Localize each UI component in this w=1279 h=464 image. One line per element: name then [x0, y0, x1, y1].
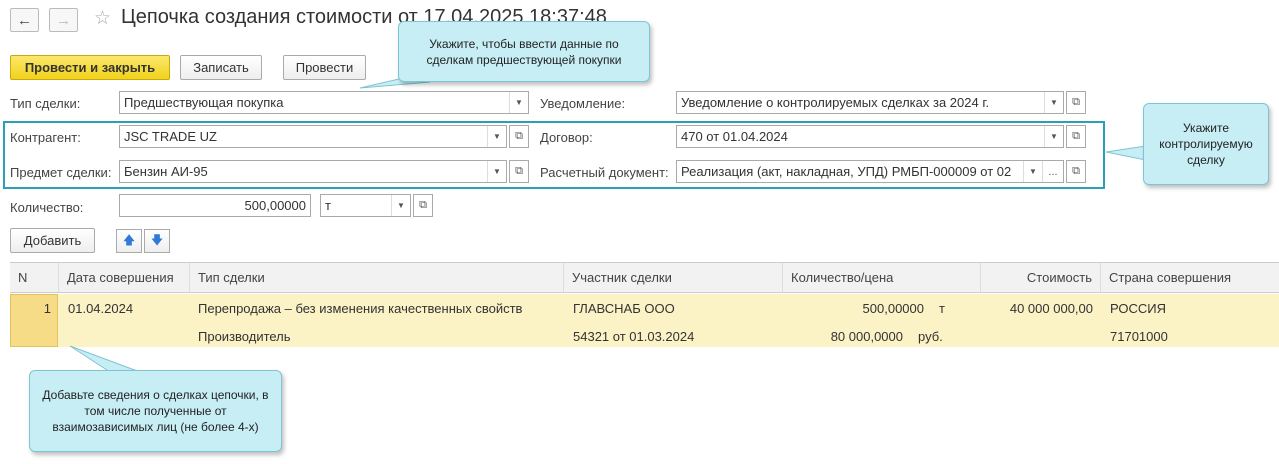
table-header: N Дата совершения Тип сделки Участник сд…: [10, 262, 1279, 293]
open-icon[interactable]: ⧉: [413, 194, 433, 217]
notification-label: Уведомление:: [540, 96, 626, 111]
subject-field[interactable]: Бензин АИ-95 ▼: [119, 160, 507, 183]
arrow-left-icon: ←: [17, 11, 32, 29]
notification-value: Уведомление о контролируемых сделках за …: [681, 95, 990, 110]
row-price: 80 000,0000: [830, 329, 903, 344]
callout-bottom: Добавьте сведения о сделках цепочки, в т…: [29, 370, 282, 452]
row-cost: 40 000 000,00: [1009, 301, 1093, 316]
row-number: 1: [43, 301, 51, 316]
dropdown-icon[interactable]: ▼: [1023, 161, 1042, 182]
row-participant-secondary: 54321 от 01.03.2024: [573, 329, 695, 344]
deal-type-label: Тип сделки:: [10, 96, 81, 111]
col-date[interactable]: Дата совершения: [58, 263, 189, 292]
subject-value: Бензин АИ-95: [124, 164, 208, 179]
contract-label: Договор:: [540, 130, 593, 145]
col-country[interactable]: Страна совершения: [1100, 263, 1279, 292]
col-type[interactable]: Тип сделки: [189, 263, 563, 292]
callout-top: Укажите, чтобы ввести данные по сделкам …: [398, 21, 650, 82]
dropdown-icon[interactable]: ▼: [391, 195, 410, 216]
counterparty-label: Контрагент:: [10, 130, 81, 145]
row-participant: ГЛАВСНАБ ООО: [573, 301, 675, 316]
col-qty-price[interactable]: Количество/цена: [782, 263, 980, 292]
callout-right: Укажите контролируемую сделку: [1143, 103, 1269, 185]
quantity-field[interactable]: 500,00000: [119, 194, 311, 217]
post-button[interactable]: Провести: [283, 55, 366, 80]
unit-value: т: [325, 198, 331, 213]
row-price-unit: руб.: [918, 329, 943, 344]
move-up-button[interactable]: 🡅: [116, 229, 142, 253]
open-icon[interactable]: ⧉: [509, 125, 529, 148]
open-icon[interactable]: ⧉: [509, 160, 529, 183]
forward-button[interactable]: →: [49, 8, 78, 32]
arrow-up-icon: 🡅: [122, 232, 136, 247]
notification-field[interactable]: Уведомление о контролируемых сделках за …: [676, 91, 1064, 114]
col-cost[interactable]: Стоимость: [980, 263, 1100, 292]
col-participant[interactable]: Участник сделки: [563, 263, 782, 292]
arrow-down-icon: 🡇: [150, 232, 164, 247]
counterparty-field[interactable]: JSC TRADE UZ ▼: [119, 125, 507, 148]
quantity-value: 500,00000: [244, 198, 306, 213]
col-n[interactable]: N: [10, 263, 58, 292]
row-country: РОССИЯ: [1110, 301, 1167, 316]
star-icon[interactable]: ☆: [94, 8, 111, 30]
subject-label: Предмет сделки:: [10, 165, 112, 180]
add-button[interactable]: Добавить: [10, 228, 95, 253]
settlement-doc-label: Расчетный документ:: [540, 165, 669, 180]
open-icon[interactable]: ⧉: [1066, 125, 1086, 148]
deal-type-value: Предшествующая покупка: [124, 95, 284, 110]
unit-field[interactable]: т ▼: [320, 194, 411, 217]
row-country-code: 71701000: [1110, 329, 1168, 344]
row-type-secondary: Производитель: [198, 329, 291, 344]
row-qty-unit: т: [939, 301, 945, 316]
back-button[interactable]: ←: [10, 8, 39, 32]
contract-field[interactable]: 470 от 01.04.2024 ▼: [676, 125, 1064, 148]
counterparty-value: JSC TRADE UZ: [124, 129, 217, 144]
row-type: Перепродажа – без изменения качественных…: [198, 301, 523, 316]
select-dots-icon[interactable]: ...: [1042, 161, 1063, 182]
row-qty: 500,00000: [862, 301, 924, 316]
dropdown-icon[interactable]: ▼: [487, 126, 506, 147]
save-button[interactable]: Записать: [180, 55, 262, 80]
open-icon[interactable]: ⧉: [1066, 91, 1086, 114]
arrow-right-icon: →: [56, 11, 71, 29]
dropdown-icon[interactable]: ▼: [1044, 126, 1063, 147]
move-down-button[interactable]: 🡇: [144, 229, 170, 253]
dropdown-icon[interactable]: ▼: [1044, 92, 1063, 113]
quantity-label: Количество:: [10, 200, 84, 215]
dropdown-icon[interactable]: ▼: [487, 161, 506, 182]
deal-type-field[interactable]: Предшествующая покупка ▼: [119, 91, 529, 114]
row-date: 01.04.2024: [68, 301, 134, 316]
open-icon[interactable]: ⧉: [1066, 160, 1086, 183]
settlement-doc-field[interactable]: Реализация (акт, накладная, УПД) РМБП-00…: [676, 160, 1064, 183]
dropdown-icon[interactable]: ▼: [509, 92, 528, 113]
settlement-doc-value: Реализация (акт, накладная, УПД) РМБП-00…: [681, 164, 1012, 179]
contract-value: 470 от 01.04.2024: [681, 129, 788, 144]
post-and-close-button[interactable]: Провести и закрыть: [10, 55, 170, 80]
